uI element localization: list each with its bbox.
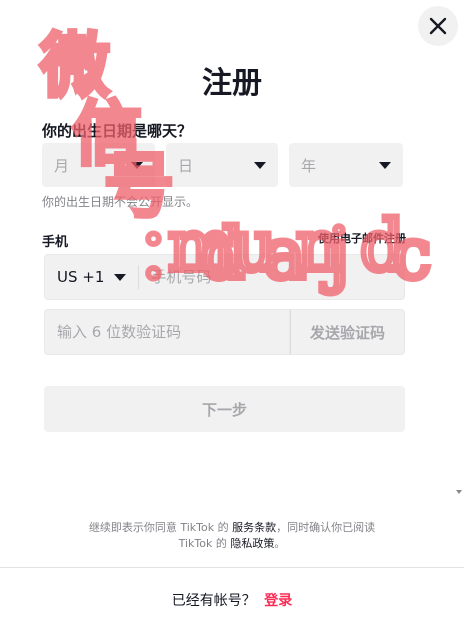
scroll-down-arrow-icon[interactable] xyxy=(456,490,462,494)
next-button[interactable]: 下一步 xyxy=(44,386,405,432)
privacy-policy-link[interactable]: 隐私政策 xyxy=(230,537,274,550)
verification-code-input[interactable] xyxy=(44,309,290,355)
login-link[interactable]: 登录 xyxy=(264,593,292,609)
phone-input[interactable] xyxy=(139,255,404,299)
phone-label: 手机 xyxy=(42,235,69,250)
email-signup-link[interactable]: 使用电子邮件注册 xyxy=(318,230,406,246)
service-terms-link[interactable]: 服务条款 xyxy=(232,521,276,534)
chevron-down-icon xyxy=(254,161,266,169)
footer: 已经有帐号？ 登录 xyxy=(0,590,464,610)
terms-prefix: 继续即表示你同意 TikTok 的 xyxy=(88,521,233,534)
birthday-hint: 你的出生日期不会公开显示。 xyxy=(42,195,199,209)
page-title: 注册 xyxy=(202,66,262,101)
month-select-value: 月 xyxy=(54,156,70,175)
verification-code-row: 发送验证码 xyxy=(44,309,405,355)
day-select[interactable]: 日 xyxy=(166,143,278,187)
country-code-select[interactable]: US +1 xyxy=(45,255,138,299)
footer-divider xyxy=(0,567,464,568)
year-select[interactable]: 年 xyxy=(289,143,403,187)
have-account-text: 已经有帐号？ xyxy=(171,593,256,609)
terms-suffix: 。 xyxy=(274,537,286,550)
terms-middle: ，同时确认你已阅读 xyxy=(276,521,376,534)
chevron-down-icon xyxy=(131,161,143,169)
phone-field-row: US +1 xyxy=(44,254,405,300)
month-select[interactable]: 月 xyxy=(42,143,155,187)
send-code-button[interactable]: 发送验证码 xyxy=(290,309,405,355)
day-select-value: 日 xyxy=(178,156,194,175)
terms-line2-prefix: TikTok 的 xyxy=(178,537,231,550)
terms-text: 继续即表示你同意 TikTok 的 服务条款，同时确认你已阅读 TikTok 的… xyxy=(0,520,464,552)
close-button[interactable] xyxy=(418,6,458,46)
country-code-value: US +1 xyxy=(57,268,105,286)
chevron-down-icon xyxy=(114,273,127,281)
year-select-value: 年 xyxy=(301,156,317,175)
chevron-down-icon xyxy=(379,161,391,169)
close-icon xyxy=(429,17,447,35)
birthday-question-label: 你的出生日期是哪天？ xyxy=(42,122,193,140)
